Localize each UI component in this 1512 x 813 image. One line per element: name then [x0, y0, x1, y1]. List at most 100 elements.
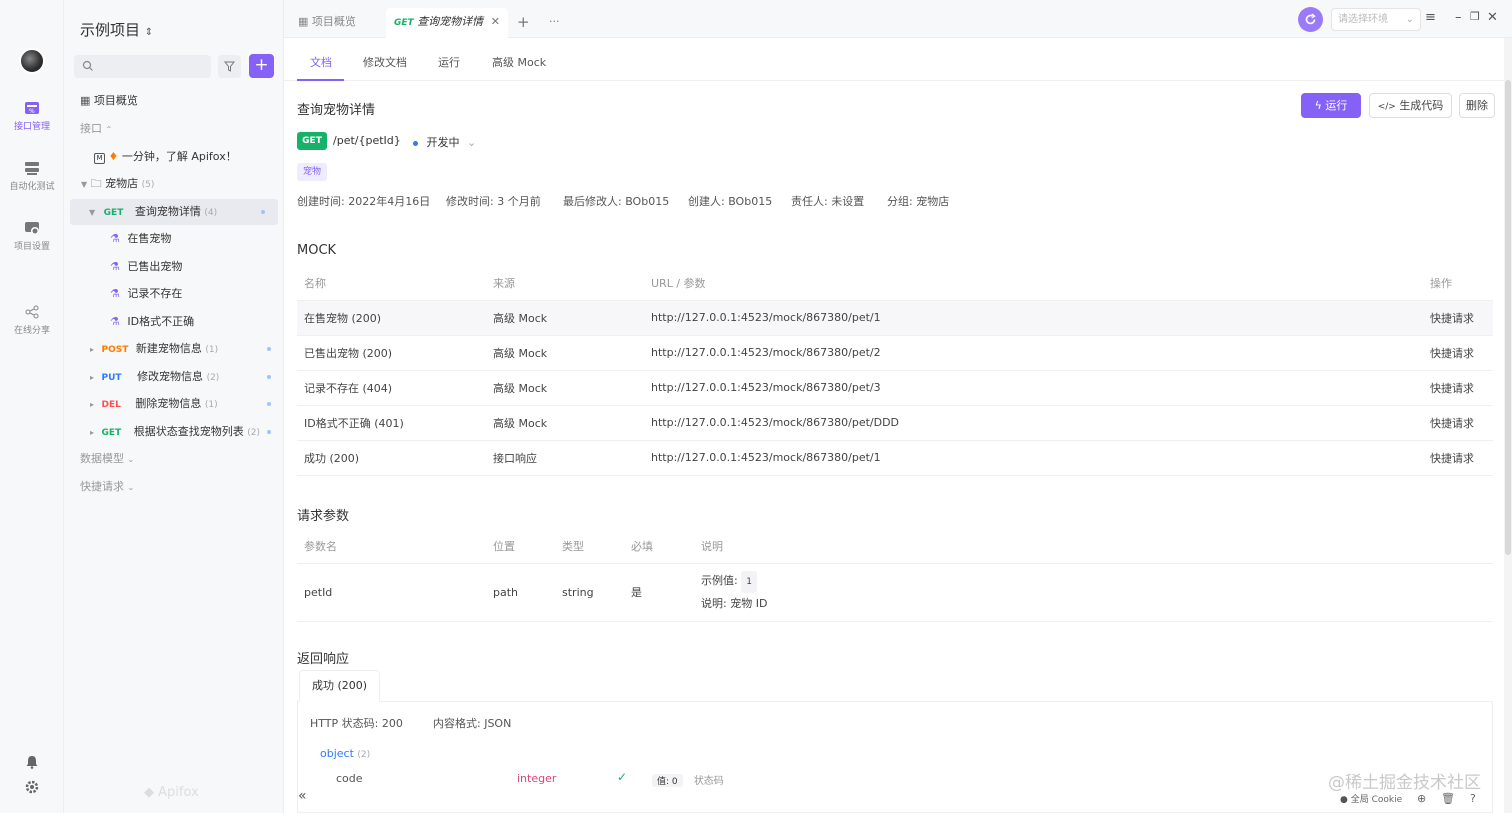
- table-header-row: 参数名 位置 类型 必填 说明: [297, 529, 1493, 564]
- cookie-label[interactable]: 全局 Cookie: [1351, 795, 1402, 805]
- gear-icon[interactable]: [0, 780, 64, 797]
- schema-root[interactable]: object (2): [320, 747, 370, 760]
- table-row[interactable]: 成功 (200) 接口响应 http://127.0.0.1:4523/mock…: [297, 440, 1493, 476]
- environment-select[interactable]: 请选择环境 ⌄: [1331, 8, 1421, 31]
- mock-name: 成功 (200): [297, 440, 486, 476]
- svg-text:%: %: [29, 108, 35, 115]
- meta-creator: 创建人: BOb015: [688, 195, 773, 208]
- upload-icon[interactable]: ⊕: [1417, 792, 1426, 805]
- tree-item-overview[interactable]: ▦ 项目概览: [64, 88, 284, 114]
- project-title: 示例项目: [80, 21, 141, 39]
- project-switcher[interactable]: 示例项目 ⇕: [80, 19, 153, 40]
- tree-item-intro[interactable]: M ♦ 一分钟，了解 Apifox！: [64, 144, 284, 170]
- tree-case-item[interactable]: ⚗ 已售出宠物: [64, 254, 284, 280]
- column-header: 来源: [486, 266, 644, 301]
- status-select[interactable]: 开发中 ⌄: [413, 134, 476, 150]
- tree-section-models[interactable]: 数据模型 ⌄: [64, 446, 284, 472]
- params-heading: 请求参数: [297, 509, 350, 524]
- filter-button[interactable]: [218, 55, 241, 78]
- cookie-icon: ●: [1340, 795, 1348, 805]
- chevron-down-icon: ⌄: [1405, 14, 1414, 25]
- section-label: 接口: [80, 122, 102, 135]
- table-row[interactable]: 在售宠物 (200) 高级 Mock http://127.0.0.1:4523…: [297, 300, 1493, 336]
- automation-test-icon: [25, 162, 39, 175]
- caret-right-icon: ▸: [90, 400, 95, 409]
- rail-share[interactable]: 在线分享: [0, 304, 64, 336]
- table-row[interactable]: 已售出宠物 (200) 高级 Mock http://127.0.0.1:452…: [297, 335, 1493, 371]
- tree-folder-petstore[interactable]: ▼ 🗀 宠物店 (5): [64, 171, 284, 197]
- column-header: 参数名: [297, 529, 486, 564]
- more-tabs-button[interactable]: ···: [549, 8, 560, 38]
- trash-icon[interactable]: 🗑: [1441, 792, 1455, 805]
- meta-group: 分组: 宠物店: [887, 195, 950, 208]
- api-tree-panel: 示例项目 ⇕ + ▦ 项目概览 接口 ⌃ M ♦ 一分钟，了解 Apifox！ …: [64, 0, 284, 813]
- rail-project-settings[interactable]: 项目设置: [0, 220, 64, 252]
- scrollbar[interactable]: [1504, 38, 1512, 813]
- mock-case-icon: ⚗: [110, 287, 120, 300]
- response-tab-200[interactable]: 成功 (200): [299, 670, 381, 702]
- subtab-advanced-mock[interactable]: 高级 Mock: [492, 54, 546, 70]
- mock-table: 名称 来源 URL / 参数 操作 在售宠物 (200) 高级 Mock htt…: [297, 266, 1493, 476]
- subtab-run[interactable]: 运行: [438, 54, 460, 70]
- mock-case-icon: ⚗: [110, 315, 120, 328]
- tree-endpoint-item[interactable]: ▸ DEL 删除宠物信息 (1): [64, 391, 284, 417]
- avatar[interactable]: [19, 48, 45, 74]
- endpoint-count: (1): [204, 400, 218, 410]
- fire-icon: ♦: [108, 150, 119, 163]
- help-icon[interactable]: ?: [1470, 792, 1476, 805]
- window-close-icon[interactable]: ✕: [1487, 10, 1498, 25]
- minimize-icon[interactable]: –: [1455, 10, 1462, 25]
- rail-api-management[interactable]: % 接口管理: [0, 100, 64, 132]
- table-row[interactable]: 记录不存在 (404) 高级 Mock http://127.0.0.1:452…: [297, 370, 1493, 406]
- sync-button[interactable]: [1298, 7, 1323, 32]
- field-name: code: [336, 772, 363, 785]
- subtab-doc[interactable]: 文档: [310, 54, 332, 70]
- tab-overview[interactable]: ▦ 项目概览: [298, 8, 356, 38]
- rail-automation-test[interactable]: 自动化测试: [0, 160, 64, 192]
- tree-item-selected-endpoint[interactable]: ▼ GET 查询宠物详情 (4): [70, 199, 278, 225]
- tree-endpoint-item[interactable]: ▸ GET 根据状态查找宠物列表 (2): [64, 419, 284, 445]
- run-button[interactable]: ϟ 运行: [1301, 93, 1361, 118]
- tree-case-item[interactable]: ⚗ 在售宠物: [64, 226, 284, 252]
- status-dot: [267, 402, 271, 406]
- field-value-text: 值: 0: [652, 774, 683, 787]
- quick-request-link[interactable]: 快捷请求: [1423, 405, 1493, 441]
- quick-request-link[interactable]: 快捷请求: [1423, 440, 1493, 476]
- chevron-up-icon: ⌃: [105, 125, 113, 134]
- tree-item-label: 一分钟，了解 Apifox！: [121, 150, 237, 163]
- quick-request-link[interactable]: 快捷请求: [1423, 335, 1493, 371]
- api-management-icon: %: [25, 102, 39, 115]
- project-settings-icon: [25, 222, 39, 235]
- restore-icon[interactable]: ❐: [1470, 10, 1480, 23]
- scrollbar-thumb[interactable]: [1505, 80, 1511, 555]
- generate-code-button[interactable]: </> 生成代码: [1369, 93, 1452, 118]
- table-row[interactable]: ID格式不正确 (401) 高级 Mock http://127.0.0.1:4…: [297, 405, 1493, 441]
- main-content: 文档 修改文档 运行 高级 Mock 查询宠物详情 ϟ 运行 </> 生成代码 …: [284, 38, 1504, 813]
- tree-case-item[interactable]: ⚗ ID格式不正确: [64, 309, 284, 335]
- tree-section-quick[interactable]: 快捷请求 ⌄: [64, 474, 284, 500]
- new-tab-button[interactable]: +: [517, 8, 530, 38]
- bell-icon[interactable]: [0, 755, 64, 772]
- section-label: 快捷请求: [80, 480, 124, 493]
- quick-request-link[interactable]: 快捷请求: [1423, 370, 1493, 406]
- run-label: 运行: [1325, 99, 1348, 112]
- markdown-icon: M: [94, 153, 105, 164]
- tree-endpoint-item[interactable]: ▸ POST 新建宠物信息 (1): [64, 336, 284, 362]
- tag-badge[interactable]: 宠物: [297, 163, 328, 181]
- rail-label: 在线分享: [13, 326, 50, 336]
- collapse-sidebar-icon[interactable]: «: [298, 788, 307, 804]
- search-input[interactable]: [74, 55, 211, 78]
- tab-endpoint[interactable]: GET 查询宠物详情 ✕: [386, 8, 508, 38]
- tree-endpoint-item[interactable]: ▸ PUT 修改宠物信息 (2): [64, 364, 284, 390]
- quick-request-link[interactable]: 快捷请求: [1423, 300, 1493, 336]
- add-button[interactable]: +: [249, 54, 274, 78]
- status-dot: [413, 140, 418, 146]
- subtab-edit[interactable]: 修改文档: [363, 54, 407, 70]
- case-label: 在售宠物: [127, 232, 172, 245]
- close-icon[interactable]: ✕: [491, 8, 500, 36]
- endpoint-label: 根据状态查找宠物列表: [133, 425, 244, 438]
- tree-section-api[interactable]: 接口 ⌃: [64, 116, 284, 142]
- menu-icon[interactable]: ≡: [1425, 10, 1436, 25]
- delete-button[interactable]: 删除: [1459, 93, 1495, 118]
- tree-case-item[interactable]: ⚗ 记录不存在: [64, 281, 284, 307]
